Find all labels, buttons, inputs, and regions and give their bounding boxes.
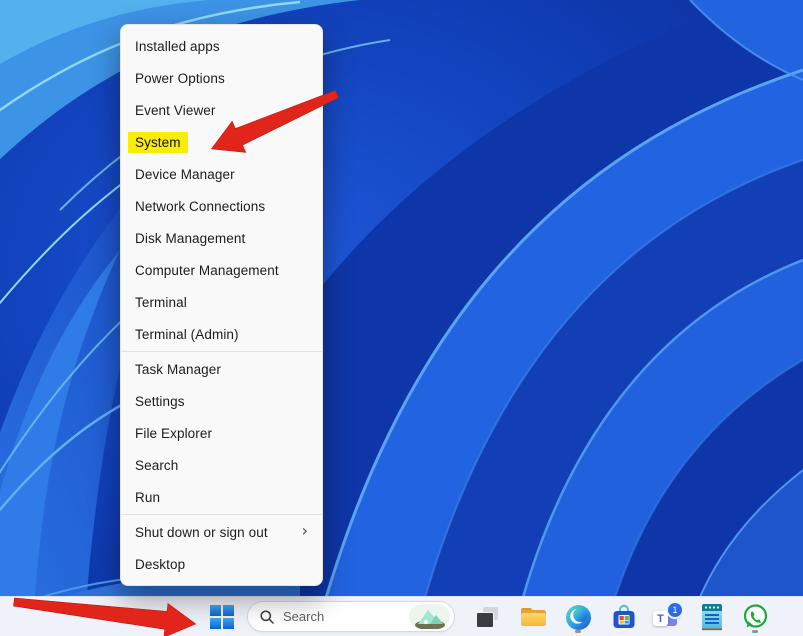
menu-item-label: Desktop: [135, 556, 186, 572]
whatsapp-button[interactable]: [737, 600, 773, 634]
menu-item-label: Device Manager: [135, 166, 235, 182]
menu-separator: [121, 514, 322, 515]
teams-notification-badge: 1: [666, 601, 684, 619]
file-explorer-icon: [520, 608, 546, 626]
menu-item-disk-management[interactable]: Disk Management: [121, 222, 322, 254]
windows-logo-icon: [210, 605, 234, 629]
menu-item-task-manager[interactable]: Task Manager: [121, 353, 322, 385]
menu-item-desktop[interactable]: Desktop: [121, 548, 322, 580]
start-button[interactable]: [204, 600, 240, 634]
menu-item-shut-down-or-sign-out[interactable]: Shut down or sign out ›: [121, 516, 322, 548]
menu-item-label: Disk Management: [135, 230, 246, 246]
winx-menu: Installed apps Power Options Event Viewe…: [120, 24, 323, 586]
menu-item-label: Search: [135, 457, 179, 473]
microsoft-store-icon: [613, 604, 635, 628]
menu-item-label: Network Connections: [135, 198, 266, 214]
teams-button[interactable]: T 1: [650, 600, 686, 634]
menu-item-label: Computer Management: [135, 262, 279, 278]
menu-item-settings[interactable]: Settings: [121, 385, 322, 417]
menu-item-installed-apps[interactable]: Installed apps: [121, 30, 322, 62]
menu-item-search[interactable]: Search: [121, 449, 322, 481]
running-indicator: [752, 630, 758, 633]
menu-item-label: Settings: [135, 393, 185, 409]
menu-item-label: Event Viewer: [135, 102, 216, 118]
menu-item-power-options[interactable]: Power Options: [121, 62, 322, 94]
menu-item-label-highlighted: System: [128, 131, 188, 153]
notepad-button[interactable]: [694, 600, 730, 634]
edge-button[interactable]: [560, 600, 596, 634]
bing-daily-image-icon: [409, 604, 450, 629]
menu-item-terminal[interactable]: Terminal: [121, 286, 322, 318]
menu-item-label: File Explorer: [135, 425, 213, 441]
menu-item-label: Run: [135, 489, 161, 505]
running-indicator: [575, 630, 581, 633]
menu-item-computer-management[interactable]: Computer Management: [121, 254, 322, 286]
menu-item-terminal-admin[interactable]: Terminal (Admin): [121, 318, 322, 350]
notepad-icon: [702, 603, 722, 630]
edge-icon: [565, 604, 591, 630]
task-view-icon: [474, 605, 500, 629]
menu-item-device-manager[interactable]: Device Manager: [121, 158, 322, 190]
task-view-button[interactable]: [469, 600, 505, 634]
menu-item-event-viewer[interactable]: Event Viewer: [121, 94, 322, 126]
chevron-right-icon: ›: [301, 521, 308, 540]
menu-item-label: Terminal: [135, 294, 187, 310]
whatsapp-icon: [743, 604, 768, 628]
menu-item-network-connections[interactable]: Network Connections: [121, 190, 322, 222]
taskbar-search-box[interactable]: Search: [247, 601, 455, 632]
menu-item-label: Power Options: [135, 70, 225, 86]
taskbar: Search T 1: [0, 596, 803, 636]
menu-item-run[interactable]: Run: [121, 481, 322, 513]
menu-item-label: Task Manager: [135, 361, 221, 377]
menu-item-label: Shut down or sign out: [135, 524, 268, 540]
menu-item-file-explorer[interactable]: File Explorer: [121, 417, 322, 449]
teams-icon: T 1: [652, 601, 684, 631]
menu-item-label: Terminal (Admin): [135, 326, 239, 342]
menu-separator: [121, 351, 322, 352]
microsoft-store-button[interactable]: [606, 600, 642, 634]
windows-desktop: Installed apps Power Options Event Viewe…: [0, 0, 803, 636]
search-icon: [260, 609, 274, 624]
search-placeholder: Search: [283, 609, 325, 624]
menu-item-system[interactable]: System: [121, 126, 322, 158]
file-explorer-button[interactable]: [515, 600, 551, 634]
menu-item-label: Installed apps: [135, 38, 220, 54]
